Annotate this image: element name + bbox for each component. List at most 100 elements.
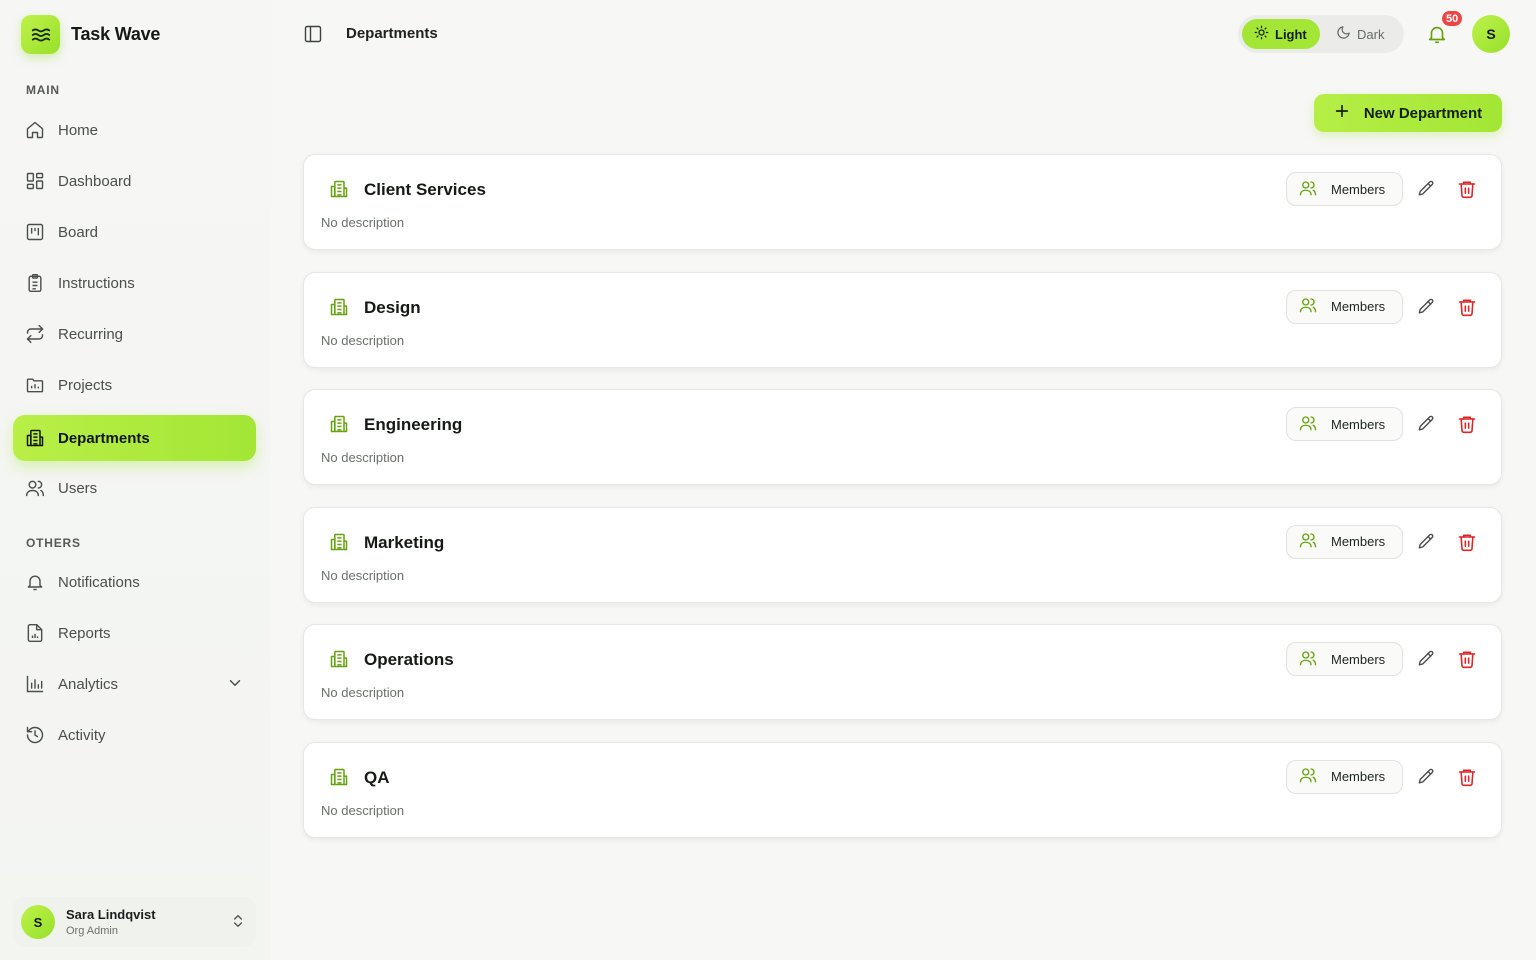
building-icon [329, 297, 349, 317]
members-label: Members [1331, 299, 1386, 314]
sidebar-item-home[interactable]: Home [13, 107, 256, 153]
report-icon [25, 623, 45, 643]
users-icon [1299, 414, 1317, 435]
users-icon [1299, 766, 1317, 787]
building-icon [329, 767, 349, 787]
sidebar-item-projects[interactable]: Projects [13, 362, 256, 408]
department-card: Engineering No description Members [303, 389, 1502, 485]
sidebar-toggle-icon[interactable] [303, 24, 323, 44]
department-card: Operations No description Members [303, 624, 1502, 720]
plus-icon [1334, 103, 1350, 123]
user-role: Org Admin [66, 925, 118, 937]
section-label-main: MAIN [26, 83, 60, 97]
app-name: Task Wave [71, 24, 161, 44]
sidebar-item-label: Reports [58, 624, 111, 642]
user-profile-card[interactable]: S Sara Lindqvist Org Admin [13, 897, 256, 947]
members-button[interactable]: Members [1286, 642, 1403, 676]
users-icon [1299, 179, 1317, 200]
sidebar-item-recurring[interactable]: Recurring [13, 311, 256, 357]
members-button[interactable]: Members [1286, 172, 1403, 206]
department-name: Operations [364, 650, 454, 669]
theme-switch: Light Dark [1238, 15, 1404, 53]
building-icon [329, 414, 349, 434]
department-description: No description [321, 450, 405, 465]
department-description: No description [321, 332, 405, 348]
users-icon [1299, 531, 1317, 552]
members-button[interactable]: Members [1286, 759, 1403, 794]
department-name: Engineering [364, 415, 463, 434]
brand[interactable]: Task Wave [21, 15, 160, 54]
sun-icon [1254, 25, 1269, 43]
members-label: Members [1331, 534, 1386, 549]
sidebar-item-users[interactable]: Users [13, 465, 256, 511]
members-label: Members [1331, 651, 1386, 667]
sidebar-item-label: Projects [58, 376, 113, 394]
wave-logo-icon [21, 15, 60, 54]
sidebar-item-instructions[interactable]: Instructions [13, 260, 256, 306]
home-icon [25, 120, 45, 140]
sidebar-item-dashboard[interactable]: Dashboard [13, 158, 256, 204]
history-icon [25, 725, 45, 745]
notification-count-badge: 50 [1440, 9, 1465, 28]
delete-trash-icon[interactable] [1457, 767, 1477, 787]
folder-icon [25, 375, 45, 395]
sidebar-item-label: Users [58, 479, 98, 497]
department-description: No description [321, 215, 405, 230]
department-name: Marketing [364, 532, 445, 552]
delete-trash-icon[interactable] [1457, 414, 1477, 434]
edit-pencil-icon[interactable] [1416, 532, 1436, 552]
sidebar-item-label: Board [58, 223, 99, 241]
dashboard-icon [25, 171, 45, 191]
members-label: Members [1331, 769, 1386, 784]
department-card: Design No description Members [303, 271, 1502, 368]
department-card: Marketing No description Members [303, 506, 1502, 603]
theme-dark-button[interactable]: Dark [1330, 19, 1400, 49]
members-button[interactable]: Members [1286, 524, 1403, 559]
sidebar-item-reports[interactable]: Reports [13, 610, 256, 656]
delete-trash-icon[interactable] [1457, 532, 1477, 552]
sidebar-item-notifications[interactable]: Notifications [13, 559, 256, 605]
edit-pencil-icon[interactable] [1416, 649, 1436, 669]
clipboard-icon [25, 273, 45, 293]
sidebar-item-label: Home [58, 121, 99, 139]
department-description: No description [321, 802, 405, 818]
sidebar: Task Wave MAIN Home Dashboard Board Inst… [0, 0, 270, 960]
delete-trash-icon[interactable] [1457, 649, 1477, 669]
sidebar-item-label: Instructions [58, 274, 135, 292]
sidebar-item-activity[interactable]: Activity [13, 712, 256, 758]
edit-pencil-icon[interactable] [1416, 767, 1436, 787]
new-department-label: New Department [1363, 104, 1483, 122]
chevron-down-icon[interactable] [226, 674, 244, 696]
department-name: Client Services [364, 180, 486, 199]
avatar: S [21, 905, 55, 939]
repeat-icon [25, 324, 45, 344]
members-button[interactable]: Members [1286, 289, 1403, 324]
department-name: QA [364, 767, 390, 787]
theme-dark-label: Dark [1357, 26, 1385, 42]
department-card: Client Services No description Members [303, 154, 1502, 250]
delete-trash-icon[interactable] [1457, 179, 1477, 199]
sidebar-item-board[interactable]: Board [13, 209, 256, 255]
building-icon [329, 532, 349, 552]
chevrons-up-down-icon [230, 913, 246, 934]
members-button[interactable]: Members [1286, 407, 1403, 441]
department-name: Design [364, 297, 421, 317]
theme-light-button[interactable]: Light [1242, 19, 1320, 49]
edit-pencil-icon[interactable] [1416, 179, 1436, 199]
users-icon [1299, 649, 1317, 670]
theme-light-label: Light [1275, 26, 1307, 42]
edit-pencil-icon[interactable] [1416, 414, 1436, 434]
moon-icon [1336, 25, 1351, 43]
sidebar-item-departments[interactable]: Departments [13, 415, 256, 461]
user-name: Sara Lindqvist [66, 907, 156, 922]
sidebar-item-analytics[interactable]: Analytics [13, 661, 256, 707]
edit-pencil-icon[interactable] [1416, 297, 1436, 317]
members-label: Members [1331, 416, 1386, 432]
sidebar-item-label: Dashboard [58, 172, 132, 190]
user-avatar-button[interactable]: S [1472, 15, 1510, 53]
users-icon [1299, 296, 1317, 317]
building-icon [25, 428, 45, 448]
board-icon [25, 222, 45, 242]
new-department-button[interactable]: New Department [1314, 94, 1502, 132]
delete-trash-icon[interactable] [1457, 297, 1477, 317]
